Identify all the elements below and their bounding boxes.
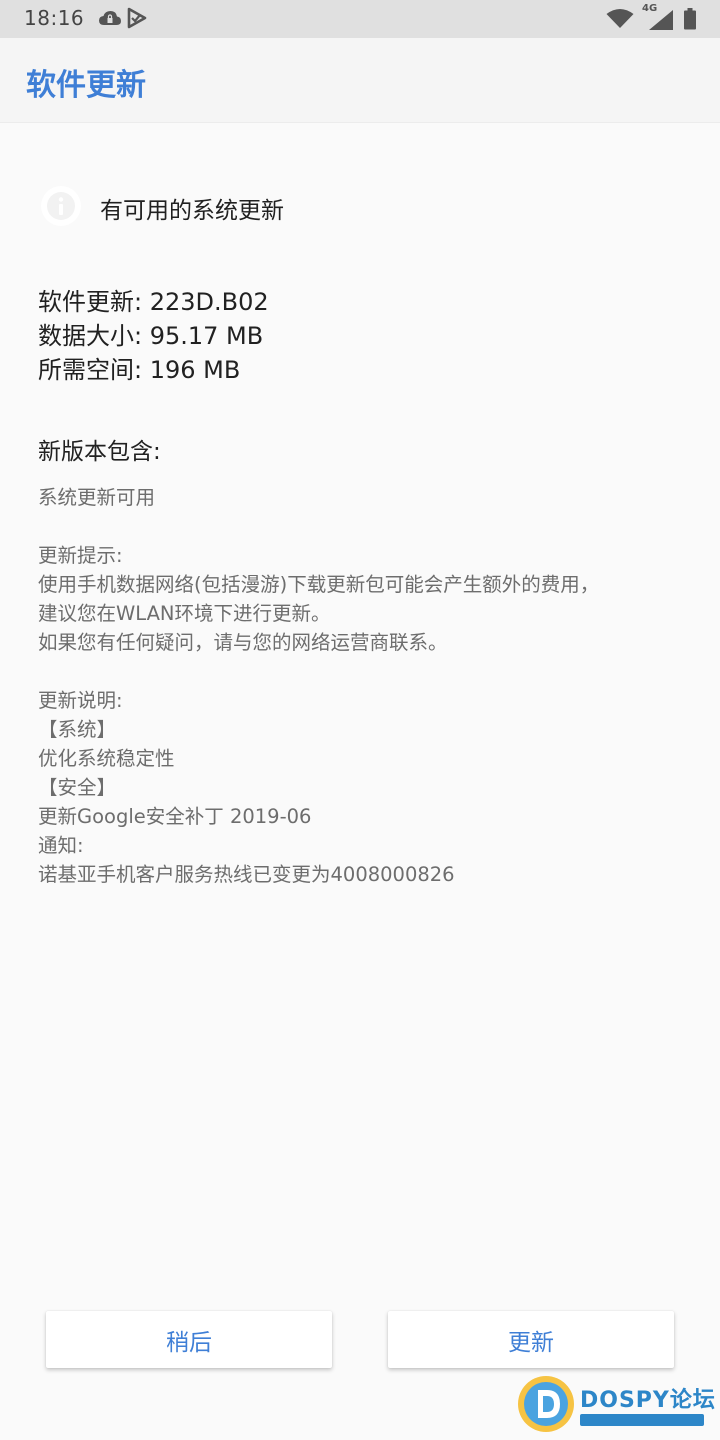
wifi-icon: [606, 9, 634, 33]
release-notes: 系统更新可用 更新提示: 使用手机数据网络(包括漫游)下载更新包可能会产生额外的…: [38, 483, 688, 889]
info-icon: [40, 185, 82, 231]
notes-line: 【系统】: [38, 718, 117, 741]
notes-title: 更新说明:: [38, 689, 123, 712]
cellular-signal-icon: [648, 9, 674, 35]
update-available-text: 有可用的系统更新: [100, 198, 284, 224]
data-size: 数据大小: 95.17 MB: [38, 322, 264, 350]
whats-new-title: 新版本包含:: [38, 439, 161, 465]
update-screen: 18:16 4G 软件更新 有可用的系统更新 软件更新: 223D.B02 数据…: [0, 0, 720, 1440]
notes-line: 【安全】: [38, 776, 117, 799]
tips-line: 如果您有任何疑问，请与您的网络运营商联系。: [38, 631, 448, 654]
watermark-text: DOSPY论坛: [580, 1388, 716, 1413]
update-meta: 软件更新: 223D.B02 数据大小: 95.17 MB 所需空间: 196 …: [38, 285, 269, 387]
required-space: 所需空间: 196 MB: [38, 356, 241, 384]
status-bar: 18:16 4G: [0, 0, 720, 38]
app-bar: 软件更新: [0, 38, 720, 123]
forum-watermark: DOSPY论坛: [516, 1374, 716, 1436]
software-version: 软件更新: 223D.B02: [38, 288, 269, 316]
status-time: 18:16: [24, 6, 85, 30]
notes-line: 更新Google安全补丁 2019-06: [38, 805, 312, 828]
notes-line: 通知:: [38, 834, 84, 857]
page-title: 软件更新: [26, 68, 146, 103]
later-button[interactable]: 稍后: [46, 1311, 332, 1368]
tips-line: 使用手机数据网络(包括漫游)下载更新包可能会产生额外的费用，: [38, 573, 600, 596]
update-available-row: 有可用的系统更新: [40, 186, 284, 230]
tips-title: 更新提示:: [38, 544, 123, 567]
tips-line: 建议您在WLAN环境下进行更新。: [38, 602, 331, 625]
cloud-lock-icon: [98, 9, 122, 33]
whats-new-summary: 系统更新可用: [38, 486, 156, 509]
dospy-logo-icon: [516, 1374, 576, 1438]
watermark-bar: [580, 1414, 704, 1426]
notes-line: 诺基亚手机客户服务热线已变更为4008000826: [38, 863, 455, 886]
notification-check-icon: [126, 7, 148, 33]
update-button[interactable]: 更新: [388, 1311, 674, 1368]
notes-line: 优化系统稳定性: [38, 747, 175, 770]
battery-icon: [683, 8, 697, 34]
